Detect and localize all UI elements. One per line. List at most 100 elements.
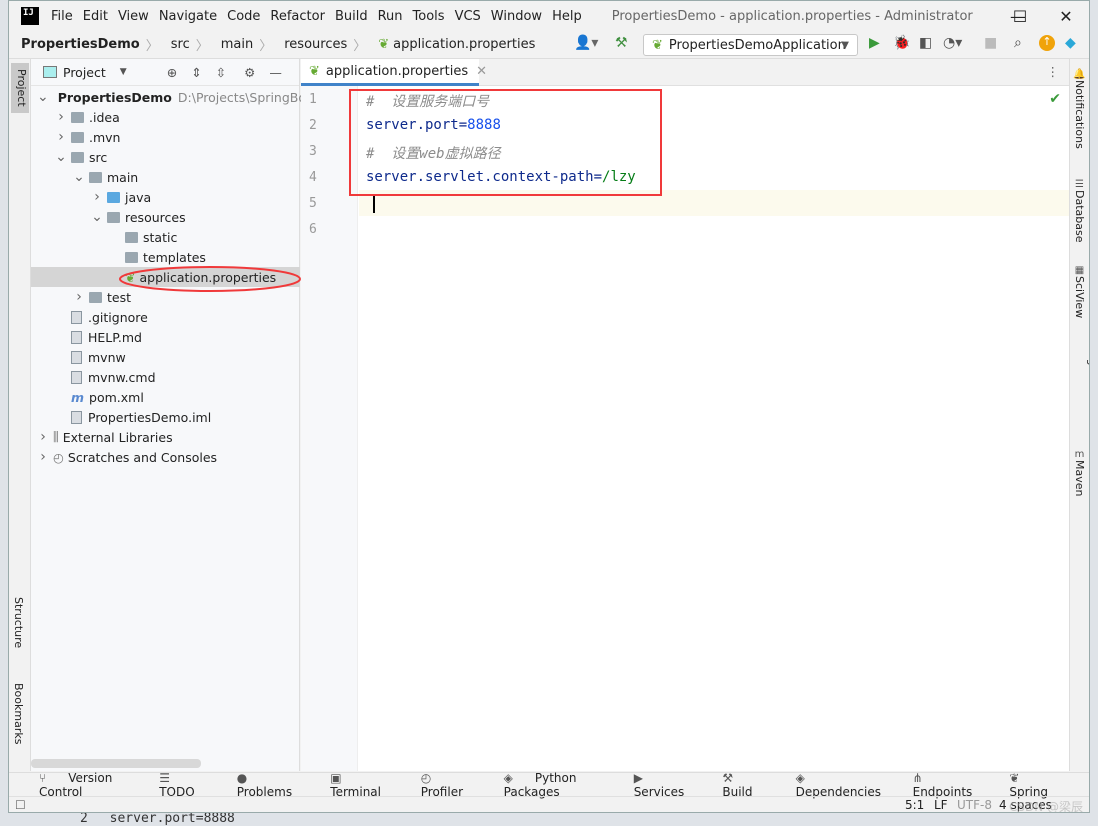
tool-problems[interactable]: ●Problems xyxy=(237,771,309,799)
breadcrumb-item[interactable]: main 〉 xyxy=(221,35,273,54)
chevron-right-icon[interactable]: › xyxy=(37,429,49,445)
tool-button-big-data-tools[interactable]: DBig Data Tools xyxy=(1073,337,1089,426)
tool-profiler[interactable]: ◴Profiler xyxy=(421,771,482,799)
chevron-down-icon[interactable]: ⌄ xyxy=(73,169,85,185)
tool-python-packages[interactable]: ◈ Python Packages xyxy=(504,771,612,799)
chevron-right-icon[interactable]: › xyxy=(55,129,67,145)
tree-item[interactable]: ⌄ main xyxy=(31,167,300,187)
chevron-down-icon[interactable]: ⌄ xyxy=(37,89,49,105)
toolbox-icon[interactable]: ◆ xyxy=(1065,35,1076,51)
more-options-icon[interactable]: ⋮ xyxy=(1047,64,1060,79)
menu-navigate[interactable]: Navigate xyxy=(159,9,217,24)
tool-endpoints[interactable]: ⋔Endpoints xyxy=(913,771,988,799)
chevron-right-icon[interactable]: › xyxy=(73,289,85,305)
tool-label: Python Packages xyxy=(503,770,577,799)
tree-item[interactable]: ⌄ resources xyxy=(31,207,300,227)
debug-icon[interactable]: 🐞 xyxy=(893,35,910,51)
breadcrumb-label: resources xyxy=(284,37,348,52)
menu-tools[interactable]: Tools xyxy=(413,9,445,24)
gear-icon[interactable]: ⚙ xyxy=(244,65,255,80)
structure-tool-button[interactable]: Structure xyxy=(12,597,25,648)
tool-services[interactable]: ▶Services xyxy=(634,771,701,799)
background-line-number: 2 xyxy=(80,811,88,826)
menu-help[interactable]: Help xyxy=(552,9,582,24)
menu-file[interactable]: File xyxy=(51,9,73,24)
tab-application-properties[interactable]: ❦ application.properties ✕ xyxy=(301,59,487,86)
tree-item-label: templates xyxy=(143,249,206,265)
tool-terminal[interactable]: ▣Terminal xyxy=(330,771,398,799)
line-separator[interactable]: LF xyxy=(934,798,948,812)
vcs-user-icon[interactable]: 👤▾ xyxy=(574,35,598,51)
menu-code[interactable]: Code xyxy=(227,9,260,24)
run-configuration-select[interactable]: ❦ PropertiesDemoApplication ▼ xyxy=(643,34,858,56)
hide-icon[interactable]: — xyxy=(269,65,282,80)
maximize-button[interactable]: ☐ xyxy=(997,1,1043,31)
menu-window[interactable]: Window xyxy=(491,9,542,24)
chevron-down-icon[interactable]: ⌄ xyxy=(55,149,67,165)
tree-item[interactable]: mvnw.cmd xyxy=(31,367,300,387)
chevron-right-icon[interactable]: › xyxy=(37,449,49,465)
stop-icon[interactable]: ■ xyxy=(984,35,997,51)
intellij-logo: IJ xyxy=(21,7,39,25)
menu-view[interactable]: View xyxy=(118,9,149,24)
chevron-right-icon[interactable]: › xyxy=(55,109,67,125)
profile-icon[interactable]: ◔▾ xyxy=(943,35,962,51)
update-icon[interactable]: ↑ xyxy=(1039,35,1055,51)
caret-position[interactable]: 5:1 xyxy=(905,798,924,812)
tree-item[interactable]: ⌄ PropertiesDemo D:\Projects\SpringBo xyxy=(31,87,306,107)
tree-item[interactable]: › ⫼ External Libraries xyxy=(31,427,300,447)
tool-button-sciview[interactable]: ▦ SciView xyxy=(1073,265,1086,318)
tool-button-bell[interactable]: 🔔 Notifications xyxy=(1073,69,1086,149)
expand-all-icon[interactable]: ⇕ xyxy=(191,65,201,80)
breadcrumb-item[interactable]: src 〉 xyxy=(171,35,209,54)
tree-item-label: PropertiesDemo xyxy=(57,89,172,105)
tree-item[interactable]: HELP.md xyxy=(31,327,300,347)
tool-todo[interactable]: ☰TODO xyxy=(159,771,215,799)
horizontal-scrollbar[interactable] xyxy=(31,759,201,768)
breadcrumb-item[interactable]: PropertiesDemo 〉 xyxy=(21,35,159,54)
tree-item[interactable]: mvnw xyxy=(31,347,300,367)
tree-item[interactable]: › java xyxy=(31,187,300,207)
project-view-label[interactable]: Project xyxy=(63,65,106,80)
tree-item[interactable]: m pom.xml xyxy=(31,387,300,407)
tree-item[interactable]: › .mvn xyxy=(31,127,300,147)
breadcrumb-item[interactable]: resources 〉 xyxy=(284,35,366,54)
menu-vcs[interactable]: VCS xyxy=(455,9,481,24)
tool-version-control[interactable]: ⑂ Version Control xyxy=(39,771,137,799)
search-icon[interactable]: ⌕ xyxy=(1014,35,1022,51)
project-tree: ⌄ PropertiesDemo D:\Projects\SpringBo › .ide… xyxy=(31,87,306,747)
tree-item[interactable]: › .idea xyxy=(31,107,300,127)
chevron-down-icon[interactable]: ▼ xyxy=(120,67,127,77)
tree-item[interactable]: ⌄ src xyxy=(31,147,300,167)
bookmarks-tool-button[interactable]: Bookmarks xyxy=(12,683,25,744)
tool-button-maven[interactable]: m Maven xyxy=(1073,449,1086,496)
breadcrumb-separator-icon: 〉 xyxy=(353,39,367,54)
menu-build[interactable]: Build xyxy=(335,9,368,24)
tool-build[interactable]: ⚒Build xyxy=(722,771,773,799)
file-icon xyxy=(71,410,82,424)
tree-item[interactable]: static xyxy=(31,227,300,247)
tool-button-database[interactable]: ☰ Database xyxy=(1073,179,1086,243)
menu-edit[interactable]: Edit xyxy=(83,9,108,24)
project-tool-button[interactable]: Project xyxy=(11,63,29,113)
menu-refactor[interactable]: Refactor xyxy=(270,9,325,24)
tool-spring[interactable]: ❦Spring xyxy=(1009,771,1067,799)
build-hammer-icon[interactable]: ⚒ xyxy=(615,35,628,51)
chevron-down-icon[interactable]: ⌄ xyxy=(91,209,103,225)
tree-item[interactable]: › ◴ Scratches and Consoles xyxy=(31,447,300,467)
file-encoding[interactable]: UTF-8 xyxy=(957,798,992,812)
chevron-right-icon[interactable]: › xyxy=(91,189,103,205)
toggle-tool-windows-icon[interactable]: ☐ xyxy=(15,798,26,812)
menu-run[interactable]: Run xyxy=(378,9,403,24)
coverage-icon[interactable]: ◧ xyxy=(919,35,932,51)
tool-dependencies[interactable]: ◈Dependencies xyxy=(796,771,891,799)
tree-item[interactable]: .gitignore xyxy=(31,307,300,327)
locate-icon[interactable]: ⊕ xyxy=(167,65,177,80)
tree-item[interactable]: templates xyxy=(31,247,300,267)
breadcrumb-item[interactable]: ❦ application.properties xyxy=(378,35,535,54)
run-icon[interactable]: ▶ xyxy=(869,35,880,51)
tree-item[interactable]: PropertiesDemo.iml xyxy=(31,407,300,427)
close-tab-icon[interactable]: ✕ xyxy=(476,64,487,79)
collapse-all-icon[interactable]: ⇳ xyxy=(216,65,226,80)
close-button[interactable]: ✕ xyxy=(1043,1,1089,31)
